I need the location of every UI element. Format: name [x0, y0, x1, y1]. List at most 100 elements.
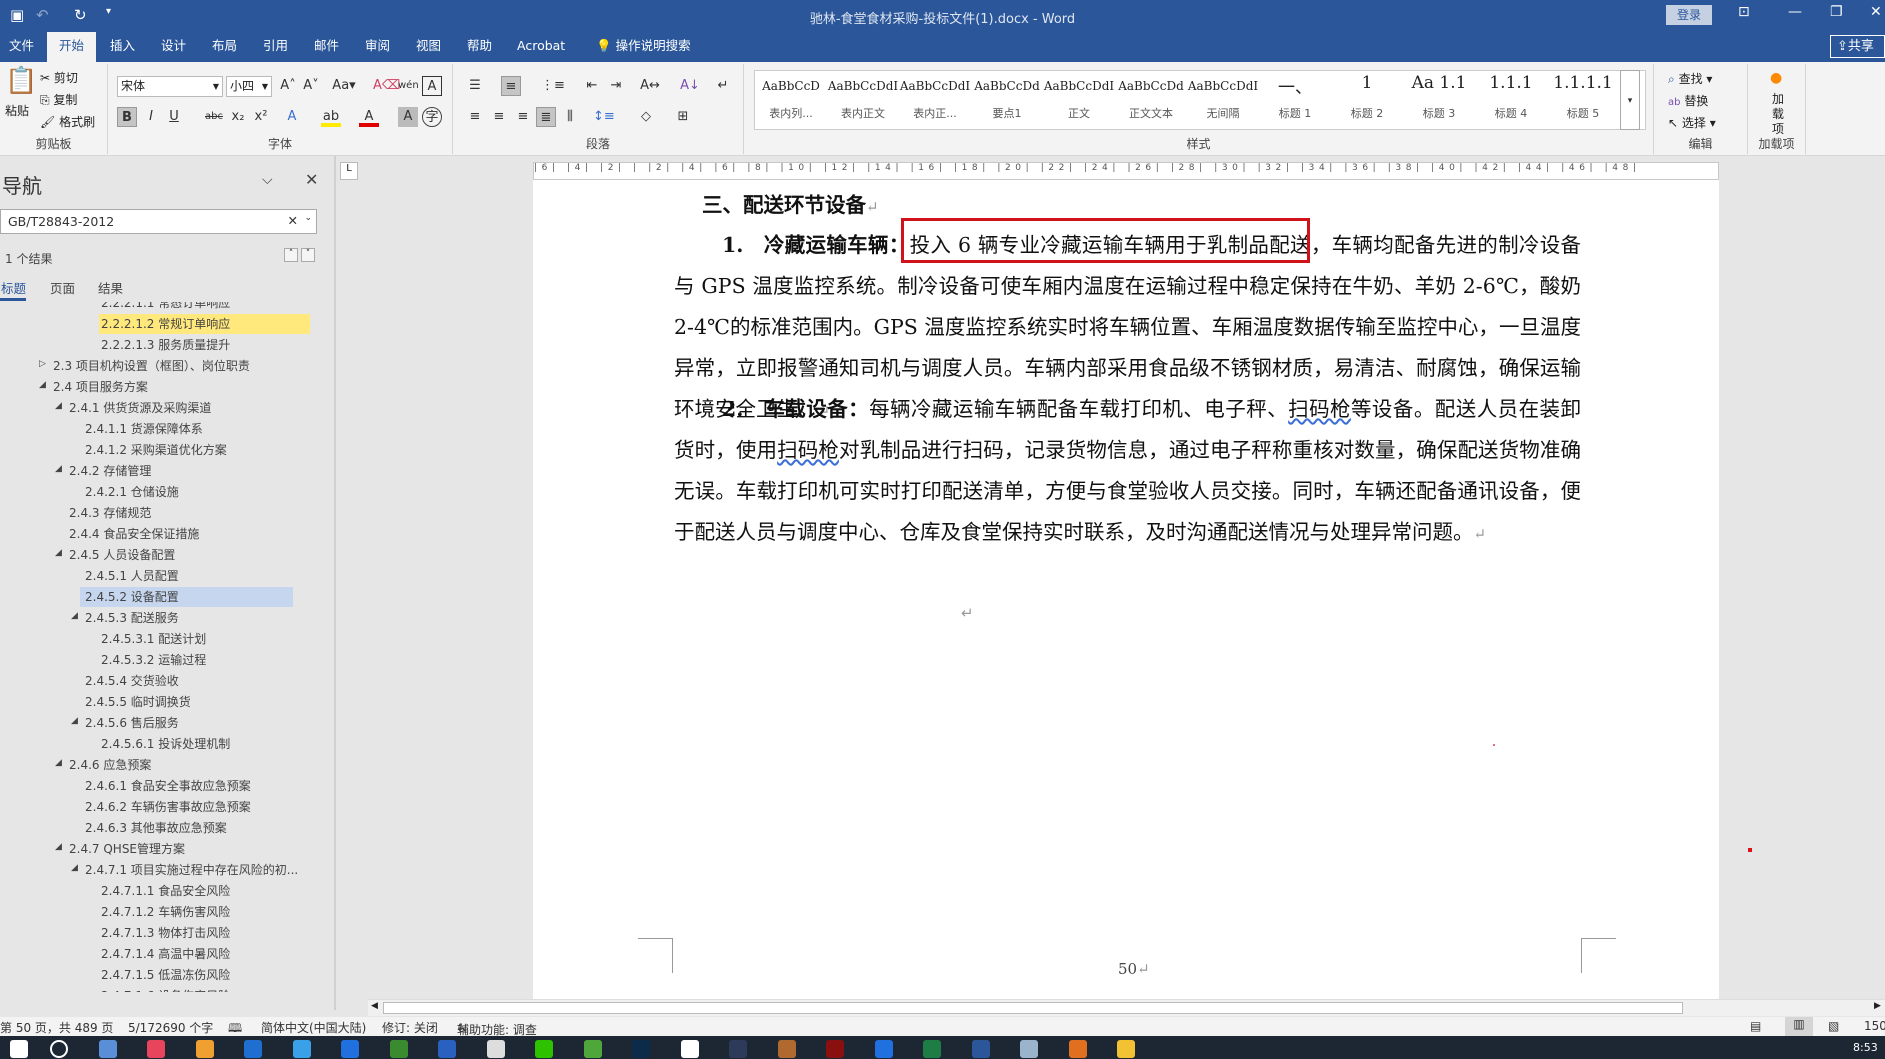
nav-heading-item[interactable]: 2.4.7 QHSE管理方案	[67, 839, 280, 859]
nav-heading-item[interactable]: 2.4.7.1.2 车辆伤害风险	[99, 902, 310, 922]
taskbar-browser-blue-icon[interactable]	[874, 1040, 893, 1058]
taskbar-photos-icon[interactable]	[195, 1040, 214, 1058]
print-layout-icon[interactable]: ▥	[1785, 1017, 1813, 1036]
style-2[interactable]: AaBbCcDdI 表内正文	[827, 71, 899, 129]
nav-heading-item[interactable]: 2.4.7.1 项目实施过程中存在风险的初...	[83, 860, 298, 880]
copy-button[interactable]: ⎘ 复制	[40, 91, 77, 108]
nav-heading-item[interactable]: 2.3 项目机构设置（框图）、岗位职责	[51, 356, 264, 376]
taskbar-wechat-icon[interactable]	[535, 1040, 553, 1058]
track-changes-status[interactable]: 修订: 关闭	[382, 1019, 438, 1036]
phonetic-guide-icon[interactable]: wén	[398, 76, 419, 96]
collapse-arrow-icon[interactable]: ◢	[55, 758, 62, 768]
tell-me-search[interactable]: 💡 操作说明搜索	[587, 32, 700, 62]
share-button[interactable]: ⇪共享	[1830, 35, 1885, 58]
collapse-arrow-icon[interactable]: ◢	[71, 716, 78, 726]
style-4[interactable]: AaBbCcDd 要点1	[971, 71, 1043, 129]
spellcheck-underlined-word[interactable]: 扫码枪	[1288, 397, 1351, 421]
style-8[interactable]: 一、 标题 1	[1259, 71, 1331, 129]
nav-heading-item[interactable]: 2.4.5.1 人员配置	[83, 566, 296, 586]
style-5[interactable]: AaBbCcDdI 正文	[1043, 71, 1115, 129]
align-right-icon[interactable]: ≡	[513, 107, 533, 127]
nav-heading-item[interactable]: 2.4.7.1.1 食品安全风险	[99, 881, 310, 901]
style-11[interactable]: 1.1.1 标题 4	[1475, 71, 1547, 129]
clear-formatting-icon[interactable]: A⌫	[373, 76, 400, 96]
sort-icon[interactable]: A↓	[680, 76, 700, 96]
nav-heading-item[interactable]: 2.4.5.2 设备配置	[80, 587, 293, 607]
scroll-left-icon[interactable]: ◀	[371, 1001, 378, 1011]
taskbar-acrobat-icon[interactable]	[826, 1040, 844, 1058]
paste-icon[interactable]: 📋	[5, 66, 37, 96]
nav-scrollbar[interactable]	[334, 156, 336, 1010]
addins-button[interactable]: 加载项	[1767, 92, 1789, 137]
align-center-icon[interactable]: ≡	[489, 107, 509, 127]
nav-heading-item[interactable]: 2.4.5.3 配送服务	[83, 608, 296, 628]
nav-heading-item[interactable]: 2.4.5.6 售后服务	[83, 713, 296, 733]
tab-help[interactable]: 帮助	[458, 32, 501, 62]
taskbar-notepad-icon[interactable]	[1020, 1040, 1038, 1058]
format-painter-button[interactable]: 🖌 格式刷	[40, 113, 95, 130]
taskbar-explorer-icon[interactable]	[1117, 1040, 1135, 1058]
style-7[interactable]: AaBbCcDdI 无间隔	[1187, 71, 1259, 129]
paste-button[interactable]: 粘贴	[5, 102, 29, 119]
font-size-select[interactable]: 小四 ▼	[226, 76, 272, 97]
expand-arrow-icon[interactable]: ▷	[39, 359, 46, 369]
style-12[interactable]: 1.1.1.1 标题 5	[1547, 71, 1619, 129]
read-mode-icon[interactable]: ▤	[1750, 1019, 1761, 1033]
tab-review[interactable]: 审阅	[356, 32, 399, 62]
nav-options-chevron-icon[interactable]: ⌵	[262, 172, 273, 188]
nav-heading-item[interactable]: 2.4.6.1 食品安全事故应急预案	[83, 776, 296, 796]
decrease-indent-icon[interactable]: ⇤	[582, 76, 602, 96]
shrink-font-icon[interactable]: A˅	[301, 76, 321, 96]
nav-heading-item[interactable]: 2.4.7.1.4 高温中暑风险	[99, 944, 310, 964]
nav-heading-item[interactable]: 2.4.6.3 其他事故应急预案	[83, 818, 296, 838]
nav-heading-item[interactable]: 2.4.5.3.2 运输过程	[99, 650, 310, 670]
tab-view[interactable]: 视图	[407, 32, 450, 62]
taskbar-calculator-icon[interactable]	[98, 1040, 117, 1058]
style-10[interactable]: Aa 1.1 标题 3	[1403, 71, 1475, 129]
style-3[interactable]: AaBbCcDdI 表内正...	[899, 71, 971, 129]
ribbon-display-icon[interactable]: ⊡	[1738, 4, 1750, 20]
style-9[interactable]: 1 标题 2	[1331, 71, 1403, 129]
justify-icon[interactable]: ≣	[536, 107, 556, 127]
taskbar-qq-icon[interactable]	[680, 1040, 699, 1058]
character-shading-icon[interactable]: A	[398, 107, 418, 127]
nav-heading-item[interactable]: 2.4.2.1 仓储设施	[83, 482, 296, 502]
increase-indent-icon[interactable]: ⇥	[606, 76, 626, 96]
tab-insert[interactable]: 插入	[101, 32, 144, 62]
taskbar-store-icon[interactable]	[292, 1040, 311, 1058]
underline-button[interactable]: U	[164, 107, 184, 127]
document-page[interactable]: 三、配送环节设备↵ 1. 冷藏运输车辆：投入 6 辆专业冷藏运输车辆用于乳制品配…	[533, 180, 1719, 999]
grow-font-icon[interactable]: A˄	[278, 76, 298, 96]
collapse-arrow-icon[interactable]: ◢	[55, 842, 62, 852]
taskbar-browser-orange-icon[interactable]	[777, 1040, 796, 1058]
collapse-arrow-icon[interactable]: ◢	[55, 401, 62, 411]
zoom-level[interactable]: 150	[1864, 1019, 1885, 1033]
bullets-icon[interactable]: ☰	[465, 76, 485, 96]
taskbar-xd-icon[interactable]	[729, 1040, 747, 1058]
addins-icon[interactable]: ●	[1770, 70, 1782, 86]
taskbar-photoshop-icon[interactable]	[632, 1040, 650, 1058]
nav-heading-item[interactable]: 2.4.6.2 车辆伤害事故应急预案	[83, 797, 296, 817]
nav-heading-item[interactable]: 2.4.5.6.1 投诉处理机制	[99, 734, 310, 754]
collapse-arrow-icon[interactable]: ◢	[71, 863, 78, 873]
nav-close-icon[interactable]: ✕	[305, 170, 318, 189]
taskbar-excel-icon[interactable]	[923, 1040, 941, 1058]
strikethrough-button[interactable]: abc	[204, 107, 224, 127]
taskbar-file-app-icon[interactable]	[486, 1040, 505, 1058]
tab-selector[interactable]: L	[340, 162, 358, 180]
spellcheck-underlined-word[interactable]: 扫码枪	[777, 438, 839, 462]
nav-heading-item[interactable]: 2.4 项目服务方案	[51, 377, 264, 397]
font-color-icon[interactable]: A	[359, 107, 379, 127]
taskbar-start-icon[interactable]	[10, 1040, 28, 1058]
web-layout-icon[interactable]: ▧	[1828, 1019, 1839, 1033]
taskbar-word-icon[interactable]	[971, 1040, 990, 1058]
subscript-button[interactable]: x₂	[228, 107, 248, 127]
collapse-arrow-icon[interactable]: ◢	[55, 464, 62, 474]
bold-button[interactable]: B	[117, 107, 137, 127]
collapse-arrow-icon[interactable]: ◢	[55, 548, 62, 558]
taskbar-app-blue-icon[interactable]	[341, 1040, 359, 1058]
italic-button[interactable]: I	[141, 107, 161, 127]
taskbar-search-icon[interactable]	[50, 1040, 68, 1058]
collapse-arrow-icon[interactable]: ◢	[39, 380, 46, 390]
shading-icon[interactable]: ◇	[636, 107, 656, 127]
